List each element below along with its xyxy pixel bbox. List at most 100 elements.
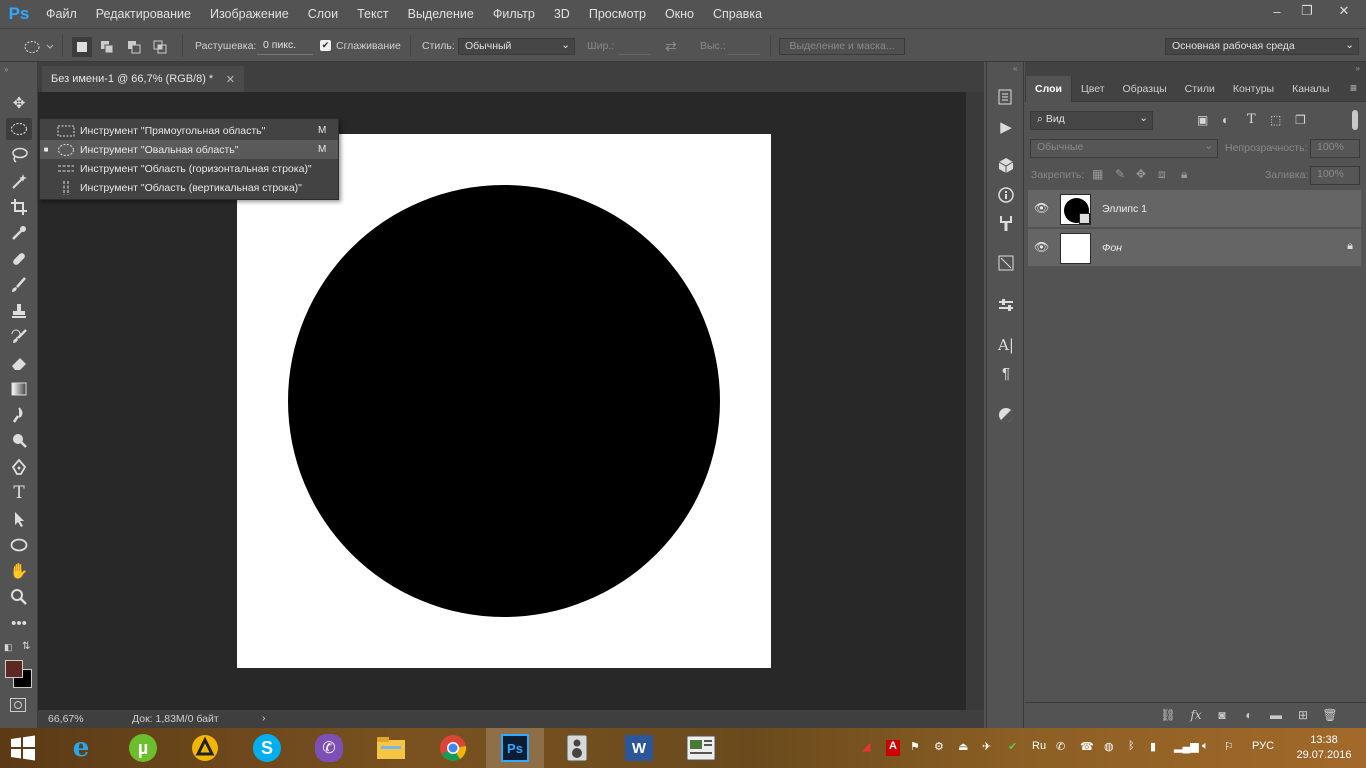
paragraph-panel-button[interactable]: ¶ — [995, 362, 1017, 384]
menu-3d[interactable]: 3D — [554, 7, 570, 21]
tab-swatches[interactable]: Образцы — [1114, 76, 1176, 102]
quick-mask-icon[interactable] — [10, 698, 26, 712]
tray-red-icon[interactable]: ◢ — [862, 740, 870, 756]
bluetooth-icon[interactable]: ᛒ — [1128, 740, 1135, 756]
zoom-level[interactable]: 66,67% — [48, 713, 84, 725]
tray-acrobat-icon[interactable]: A — [886, 740, 900, 756]
width-input[interactable] — [618, 38, 650, 55]
menu-type[interactable]: Текст — [357, 7, 388, 21]
tab-styles[interactable]: Стили — [1176, 76, 1224, 102]
add-mask-icon[interactable]: ◙ — [1213, 708, 1231, 724]
path-selection-tool[interactable] — [6, 508, 32, 530]
flyout-item-single-row-marquee[interactable]: Инструмент "Область (горизонтальная стро… — [40, 159, 338, 178]
taskbar-archicad[interactable] — [176, 728, 234, 768]
ellipse-tool[interactable] — [6, 534, 32, 556]
pen-tool[interactable] — [6, 456, 32, 478]
filter-toggle[interactable] — [1352, 110, 1358, 130]
move-tool[interactable]: ✥ — [6, 92, 32, 114]
wifi-signal-icon[interactable]: ▂▄▆ — [1174, 740, 1199, 756]
document-tab[interactable]: Без имени-1 @ 66,7% (RGB/8) * ✕ — [42, 66, 244, 92]
document-canvas[interactable] — [237, 134, 771, 668]
foreground-color-swatch[interactable] — [5, 660, 23, 678]
layer-name[interactable]: Фон — [1102, 242, 1122, 254]
filter-smart-object-icon[interactable]: ❐ — [1295, 113, 1306, 127]
collapse-panel-icon[interactable]: » — [4, 65, 8, 74]
default-colors-icon[interactable]: ◧ — [4, 642, 13, 653]
tray-network-share-icon[interactable]: ✈ — [982, 740, 991, 756]
new-selection-button[interactable] — [72, 37, 92, 57]
eraser-tool[interactable] — [6, 352, 32, 374]
eyedropper-tool[interactable] — [6, 222, 32, 244]
opacity-input[interactable]: 100% — [1310, 139, 1360, 158]
layer-row[interactable]: 👁︎ Эллипс 1 — [1028, 190, 1361, 228]
paths-panel-button[interactable] — [995, 252, 1017, 274]
actions-panel-button[interactable]: ▶ — [995, 116, 1017, 138]
clock[interactable]: 13:38 29.07.2016 — [1296, 733, 1352, 763]
taskbar-skype[interactable]: S — [238, 728, 296, 768]
tray-usb-icon[interactable]: ⏏ — [958, 740, 968, 756]
taskbar-photoshop[interactable]: Ps — [486, 728, 544, 768]
menu-file[interactable]: Файл — [46, 7, 77, 21]
menu-filter[interactable]: Фильтр — [493, 7, 535, 21]
fx-icon[interactable]: fx — [1187, 708, 1205, 724]
battery-icon[interactable]: ▮ — [1150, 740, 1156, 756]
flyout-item-ellipse-marquee[interactable]: ■ Инструмент "Овальная область" M — [40, 140, 338, 159]
lock-all-icon[interactable]: 🔒︎ — [1181, 167, 1187, 182]
layer-name[interactable]: Эллипс 1 — [1102, 203, 1147, 215]
gradient-tool[interactable] — [6, 378, 32, 400]
tray-globe-icon[interactable]: ◍ — [1104, 740, 1114, 756]
vertical-scrollbar[interactable] — [966, 92, 984, 710]
minimize-button[interactable]: – — [1262, 0, 1292, 22]
swap-colors-icon[interactable]: ⇅ — [22, 641, 30, 652]
tab-channels[interactable]: Каналы — [1283, 76, 1338, 102]
menu-edit[interactable]: Редактирование — [96, 7, 191, 21]
eye-icon[interactable]: 👁︎ — [1034, 201, 1050, 217]
tray-tools-icon[interactable]: ⚙ — [934, 740, 944, 756]
character-panel-button[interactable]: A| — [995, 334, 1017, 356]
input-language[interactable]: РУС — [1252, 740, 1274, 756]
flyout-item-single-column-marquee[interactable]: Инструмент "Область (вертикальная строка… — [40, 178, 338, 197]
action-center-icon[interactable]: ⚐ — [1224, 740, 1234, 756]
lock-artboard-icon[interactable]: ⧈ — [1158, 167, 1166, 182]
taskbar-presentation[interactable] — [672, 728, 730, 768]
zoom-tool[interactable] — [6, 586, 32, 608]
taskbar-chrome[interactable] — [424, 728, 482, 768]
new-layer-icon[interactable]: ⊞ — [1294, 708, 1312, 724]
blend-mode-select[interactable]: Обычные ⌄ — [1030, 139, 1218, 158]
tool-preset-picker[interactable] — [20, 37, 56, 57]
restore-button[interactable]: ❐ — [1292, 0, 1322, 22]
lock-image-icon[interactable]: ✎ — [1115, 167, 1125, 181]
taskbar-ie[interactable]: e — [52, 728, 110, 768]
healing-brush-tool[interactable] — [6, 248, 32, 270]
filter-pixel-icon[interactable]: ▣ — [1197, 113, 1208, 127]
tray-viber-icon[interactable]: ✆ — [1056, 740, 1065, 756]
menu-select[interactable]: Выделение — [408, 7, 474, 21]
link-layers-icon[interactable]: ⛓ — [1159, 708, 1177, 724]
brush-tool[interactable] — [6, 274, 32, 296]
delete-layer-icon[interactable]: 🗑︎ — [1321, 708, 1339, 724]
taskbar-explorer[interactable] — [362, 728, 420, 768]
antialias-checkbox[interactable]: ✔ — [320, 40, 331, 51]
filter-type-icon[interactable]: T — [1247, 112, 1256, 127]
collapse-panel-icon[interactable]: » — [1356, 64, 1360, 73]
type-tool[interactable]: T — [6, 482, 32, 504]
menu-window[interactable]: Окно — [665, 7, 694, 21]
eye-icon[interactable]: 👁︎ — [1034, 240, 1050, 256]
ellipse-marquee-tool[interactable] — [6, 118, 32, 140]
tray-skype-icon[interactable]: ☎ — [1080, 740, 1094, 756]
hand-tool[interactable]: ✋ — [6, 560, 32, 582]
crop-tool[interactable] — [6, 196, 32, 218]
menu-layers[interactable]: Слои — [308, 7, 338, 21]
height-input[interactable] — [728, 38, 760, 55]
add-selection-button[interactable] — [97, 37, 117, 57]
lock-position-icon[interactable]: ✥ — [1136, 167, 1146, 181]
style-select[interactable]: Обычный ⌄ — [458, 38, 575, 55]
filter-adjustment-icon[interactable]: ◐ — [1222, 113, 1229, 127]
blur-tool[interactable] — [6, 404, 32, 426]
dodge-tool[interactable] — [6, 430, 32, 452]
filter-shape-icon[interactable]: ⬚ — [1270, 113, 1281, 127]
tray-flag-icon[interactable]: ⚑ — [910, 740, 920, 756]
tray-language-bar-icon[interactable]: Ru — [1032, 740, 1046, 756]
ellipse-shape[interactable] — [288, 185, 720, 617]
status-menu-arrow-icon[interactable]: › — [262, 712, 266, 724]
